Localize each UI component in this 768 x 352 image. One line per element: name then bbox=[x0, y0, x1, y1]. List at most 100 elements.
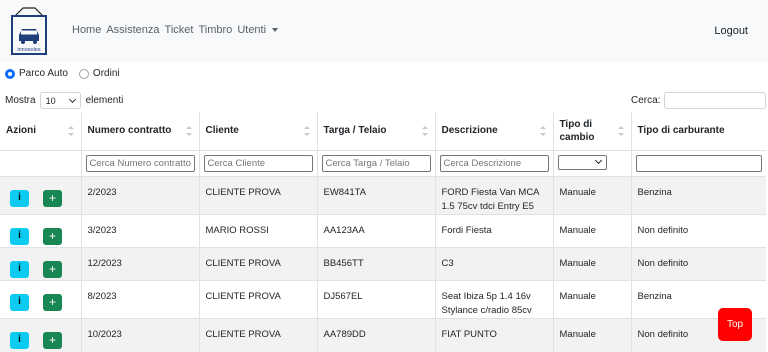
col-cliente[interactable]: Cliente bbox=[199, 112, 318, 151]
col-tipo-carburante[interactable]: Tipo di carburante bbox=[631, 112, 766, 151]
col-descrizione[interactable]: Descrizione bbox=[435, 112, 554, 151]
filter-cambio-select[interactable] bbox=[557, 154, 607, 170]
cell-cambio: Manuale bbox=[553, 214, 632, 248]
cell-targa: DJ567EL bbox=[317, 280, 436, 319]
sort-icon bbox=[67, 126, 74, 136]
actions-cell: i + bbox=[0, 214, 82, 248]
cell-descrizione: FIAT PUNTO bbox=[435, 318, 554, 352]
filter-descrizione-input[interactable]: Cerca Descrizione bbox=[439, 154, 549, 172]
cell-contratto: 8/2023 bbox=[81, 280, 200, 319]
nav-timbro[interactable]: Timbro bbox=[198, 24, 232, 36]
chevron-down-icon bbox=[68, 95, 76, 104]
table-row: i + 12/2023 CLIENTE PROVA BB456TT C3 Manu… bbox=[0, 247, 766, 281]
cell-cambio: Manuale bbox=[553, 176, 632, 215]
col-numero-contratto[interactable]: Numero contratto bbox=[81, 112, 200, 151]
info-button[interactable]: i bbox=[10, 293, 29, 311]
col-numero-contratto-label: Numero contratto bbox=[87, 125, 172, 137]
info-button[interactable]: i bbox=[10, 331, 29, 349]
cell-targa: AA789DD bbox=[317, 318, 436, 352]
radio-ordini[interactable] bbox=[78, 68, 89, 79]
cell-contratto: 3/2023 bbox=[81, 214, 200, 248]
col-targa-telaio[interactable]: Targa / Telaio bbox=[317, 112, 436, 151]
info-button[interactable]: i bbox=[10, 260, 29, 278]
cell-cliente: MARIO ROSSI bbox=[199, 214, 318, 248]
innosoles-logo[interactable]: innosoles bbox=[9, 4, 49, 57]
actions-cell: i + bbox=[0, 318, 82, 352]
table-row: i + 3/2023 MARIO ROSSI AA123AA Fordi Fies… bbox=[0, 214, 766, 248]
chevron-down-icon bbox=[594, 156, 602, 164]
filter-descrizione-cell: Cerca Descrizione bbox=[435, 150, 554, 177]
cell-contratto: 10/2023 bbox=[81, 318, 200, 352]
view-radio-group: Parco Auto Ordini bbox=[5, 68, 131, 79]
nav-utenti-dropdown[interactable]: Utenti bbox=[237, 24, 283, 36]
scroll-top-button[interactable]: Top bbox=[718, 308, 752, 341]
radio-parco-auto-label: Parco Auto bbox=[19, 68, 68, 79]
radio-parco-auto[interactable] bbox=[5, 68, 15, 79]
cell-cambio: Manuale bbox=[553, 247, 632, 281]
cell-cliente: CLIENTE PROVA bbox=[199, 318, 318, 352]
filter-carburante-cell bbox=[631, 150, 766, 177]
length-suffix: elementi bbox=[85, 95, 124, 106]
actions-cell: i + bbox=[0, 176, 82, 215]
add-button[interactable]: + bbox=[43, 227, 62, 245]
nav-assistenza[interactable]: Assistenza bbox=[106, 24, 159, 36]
cell-cambio: Manuale bbox=[553, 318, 632, 352]
add-button[interactable]: + bbox=[43, 189, 62, 207]
filter-numero-contratto-cell: Cerca Numero contratto bbox=[81, 150, 200, 177]
sort-icon bbox=[303, 126, 310, 136]
sort-icon bbox=[539, 126, 546, 136]
cell-targa: EW841TA bbox=[317, 176, 436, 215]
table-row: i + 10/2023 CLIENTE PROVA AA789DD FIAT PU… bbox=[0, 318, 766, 352]
cell-cliente: CLIENTE PROVA bbox=[199, 247, 318, 281]
sort-icon bbox=[421, 126, 428, 136]
col-cliente-label: Cliente bbox=[205, 125, 239, 137]
cell-cliente: CLIENTE PROVA bbox=[199, 176, 318, 215]
col-azioni-label: Azioni bbox=[6, 125, 36, 137]
nav-ticket[interactable]: Ticket bbox=[165, 24, 194, 36]
filter-azioni-empty bbox=[0, 150, 82, 177]
info-button[interactable]: i bbox=[10, 189, 29, 207]
col-descrizione-label: Descrizione bbox=[441, 125, 498, 137]
col-tipo-cambio[interactable]: Tipo di cambio bbox=[553, 112, 632, 151]
filter-cliente-cell: Cerca Cliente bbox=[199, 150, 318, 177]
cell-descrizione: Fordi Fiesta bbox=[435, 214, 554, 248]
sort-icon bbox=[185, 126, 192, 136]
length-select[interactable]: 10 bbox=[39, 92, 81, 109]
page-length-control: Mostra 10 elementi bbox=[5, 92, 123, 109]
logout-link[interactable]: Logout bbox=[714, 25, 748, 37]
filter-cambio-cell bbox=[553, 150, 632, 177]
vehicles-table-container: Azioni Numero contratto Cliente Targa / … bbox=[0, 112, 768, 352]
nav-links: Home Assistenza Ticket Timbro Utenti bbox=[72, 24, 288, 36]
filter-carburante-input[interactable] bbox=[635, 154, 762, 172]
table-row: i + 2/2023 CLIENTE PROVA EW841TA FORD Fie… bbox=[0, 176, 766, 215]
navbar: innosoles Home Assistenza Ticket Timbro … bbox=[0, 0, 768, 62]
sort-icon bbox=[617, 126, 624, 136]
radio-ordini-label: Ordini bbox=[92, 68, 120, 79]
caret-down-icon bbox=[272, 28, 279, 33]
table-row: i + 8/2023 CLIENTE PROVA DJ567EL Seat Ibi… bbox=[0, 280, 766, 319]
filter-numero-contratto-input[interactable]: Cerca Numero contratto bbox=[85, 154, 195, 172]
length-value: 10 bbox=[45, 95, 56, 106]
cell-carburante: Non definito bbox=[631, 214, 766, 248]
cell-carburante: Non definito bbox=[631, 247, 766, 281]
table-search: Cerca: bbox=[631, 92, 767, 109]
cell-descrizione: Seat Ibiza 5p 1.4 16v Stylance c/radio 8… bbox=[435, 280, 554, 319]
add-button[interactable]: + bbox=[43, 293, 62, 311]
length-prefix: Mostra bbox=[5, 95, 36, 106]
cell-contratto: 12/2023 bbox=[81, 247, 200, 281]
info-button[interactable]: i bbox=[10, 227, 29, 245]
add-button[interactable]: + bbox=[43, 331, 62, 349]
nav-utenti-label: Utenti bbox=[237, 24, 267, 36]
filter-targa-input[interactable]: Cerca Targa / Telaio bbox=[321, 154, 431, 172]
actions-cell: i + bbox=[0, 247, 82, 281]
cell-contratto: 2/2023 bbox=[81, 176, 200, 215]
filter-cliente-input[interactable]: Cerca Cliente bbox=[203, 154, 313, 172]
search-input[interactable] bbox=[664, 92, 767, 109]
col-azioni[interactable]: Azioni bbox=[0, 112, 82, 151]
filter-targa-cell: Cerca Targa / Telaio bbox=[317, 150, 436, 177]
nav-home[interactable]: Home bbox=[72, 24, 101, 36]
cell-targa: BB456TT bbox=[317, 247, 436, 281]
add-button[interactable]: + bbox=[43, 260, 62, 278]
cell-descrizione: FORD Fiesta Van MCA 1.5 75cv tdci Entry … bbox=[435, 176, 554, 215]
cell-descrizione: C3 bbox=[435, 247, 554, 281]
